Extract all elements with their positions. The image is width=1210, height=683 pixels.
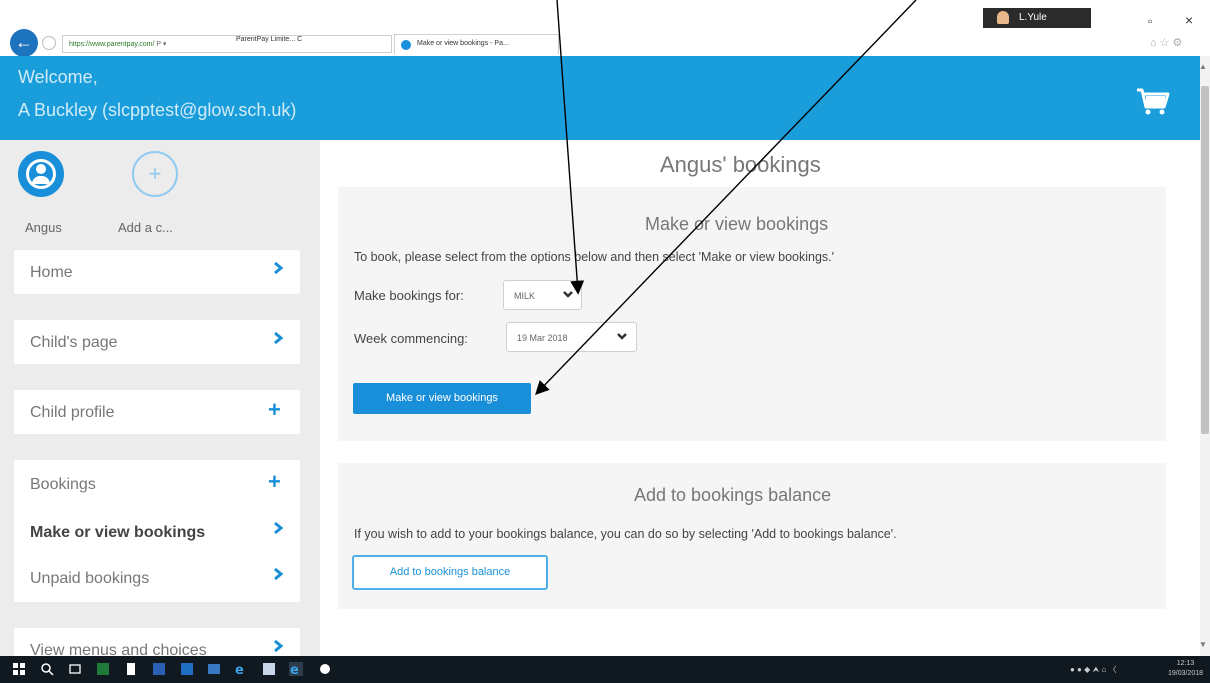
sidebar-item-home[interactable]: Home bbox=[14, 250, 300, 294]
balance-instructions: If you wish to add to your bookings bala… bbox=[354, 527, 897, 541]
word-icon[interactable] bbox=[152, 662, 166, 676]
window-close-button[interactable]: × bbox=[1185, 12, 1193, 28]
site-header: Welcome, A Buckley (slcpptest@glow.sch.u… bbox=[0, 56, 1200, 140]
sidebar-item-label: Unpaid bookings bbox=[30, 570, 150, 587]
cart-icon[interactable] bbox=[1135, 87, 1171, 117]
chevron-right-icon bbox=[274, 261, 284, 275]
svg-text:e: e bbox=[290, 663, 299, 676]
task-view-icon[interactable] bbox=[68, 662, 82, 676]
card-title: Add to bookings balance bbox=[634, 485, 832, 505]
week-commencing-label: Week commencing: bbox=[354, 331, 468, 346]
add-child-icon[interactable]: + bbox=[132, 151, 178, 197]
svg-text:e: e bbox=[235, 663, 244, 676]
sidebar: + Angus Add a c... Home Child's page Chi… bbox=[0, 140, 320, 672]
select-value: 19 Mar 2018 bbox=[517, 333, 568, 343]
windows-user-badge: L.Yule bbox=[983, 8, 1091, 28]
add-balance-card: Add to bookings balance If you wish to a… bbox=[338, 463, 1166, 609]
sidebar-item-make-or-view-bookings[interactable]: Make or view bookings bbox=[14, 510, 300, 554]
user-avatar-icon bbox=[997, 11, 1009, 24]
menu-card-home: Home bbox=[14, 250, 300, 294]
browser-chrome: ← https://www.parentpay.com/ P ▾ ParentP… bbox=[0, 0, 1210, 57]
address-bar[interactable]: https://www.parentpay.com/ P ▾ bbox=[62, 35, 392, 53]
add-child-label[interactable]: Add a c... bbox=[118, 220, 173, 235]
sidebar-item-childs-page[interactable]: Child's page bbox=[14, 320, 300, 364]
chevron-right-icon bbox=[274, 567, 284, 581]
chevron-down-icon bbox=[617, 333, 627, 340]
clock-time: 12:13 bbox=[1176, 660, 1195, 667]
avatar-head bbox=[36, 164, 46, 174]
tab-make-or-view-bookings[interactable]: Make or view bookings - Pa... bbox=[394, 34, 559, 54]
booking-instructions: To book, please select from the options … bbox=[354, 250, 835, 264]
chevron-right-icon bbox=[274, 331, 284, 345]
sidebar-item-label: Child profile bbox=[30, 404, 115, 421]
outlook-icon[interactable] bbox=[180, 662, 194, 676]
sidebar-item-label: Child's page bbox=[30, 334, 118, 351]
scrollbar-thumb[interactable] bbox=[1201, 86, 1209, 434]
plus-icon: + bbox=[268, 469, 281, 494]
internet-explorer-icon[interactable]: e bbox=[234, 662, 248, 676]
make-bookings-for-select[interactable]: MILK bbox=[503, 280, 582, 310]
address-url: https://www.parentpay.com/ bbox=[69, 41, 155, 48]
back-arrow-icon[interactable]: ← bbox=[10, 29, 38, 57]
make-view-bookings-card: Make or view bookings To book, please se… bbox=[338, 187, 1166, 441]
page: ← https://www.parentpay.com/ P ▾ ParentP… bbox=[0, 0, 1210, 683]
site-identity[interactable]: ParentPay Limite... C bbox=[236, 36, 302, 43]
menu-card-child-profile: Child profile + bbox=[14, 390, 300, 434]
misc-app-icon[interactable] bbox=[318, 662, 332, 676]
week-commencing-select[interactable]: 19 Mar 2018 bbox=[506, 322, 637, 352]
forward-icon[interactable] bbox=[42, 36, 56, 50]
windows-taskbar: e e ● ● ◆ ⮝ ⌂ 〈 12:13 19/03/2018 bbox=[0, 656, 1210, 683]
document-icon[interactable] bbox=[124, 662, 138, 676]
welcome-text: Welcome, bbox=[18, 67, 98, 87]
menu-card-childs-page: Child's page bbox=[14, 320, 300, 364]
child-name[interactable]: Angus bbox=[25, 220, 62, 235]
windows-start-icon[interactable] bbox=[12, 662, 26, 676]
scroll-up-icon[interactable]: ▲ bbox=[1199, 62, 1207, 71]
address-search-hint: P ▾ bbox=[156, 41, 167, 48]
welcome-user: A Buckley (slcpptest@glow.sch.uk) bbox=[18, 100, 297, 120]
system-tray[interactable]: ● ● ◆ ⮝ ⌂ 〈 bbox=[1070, 664, 1117, 675]
sidebar-item-bookings[interactable]: Bookings + bbox=[14, 462, 300, 506]
child-avatar-icon[interactable] bbox=[18, 151, 64, 197]
plus-icon: + bbox=[268, 397, 281, 422]
clock-date: 19/03/2018 bbox=[1168, 670, 1204, 677]
scroll-down-icon[interactable]: ▼ bbox=[1199, 640, 1207, 649]
page-title: Angus' bookings bbox=[660, 152, 821, 177]
sidebar-item-child-profile[interactable]: Child profile + bbox=[14, 390, 300, 434]
photos-icon[interactable] bbox=[207, 662, 221, 676]
select-value: MILK bbox=[514, 291, 536, 301]
app-icon[interactable] bbox=[262, 662, 276, 676]
tab-favicon-icon bbox=[401, 40, 411, 50]
card-title: Make or view bookings bbox=[645, 214, 829, 234]
search-icon[interactable] bbox=[40, 662, 54, 676]
excel-icon[interactable] bbox=[96, 662, 110, 676]
avatar-body bbox=[32, 176, 50, 184]
taskbar-clock[interactable]: 12:13 19/03/2018 bbox=[1168, 659, 1203, 679]
sidebar-item-label: Bookings bbox=[30, 476, 96, 493]
make-or-view-bookings-button[interactable]: Make or view bookings bbox=[353, 383, 531, 414]
chevron-right-icon bbox=[274, 639, 284, 653]
window-restore-button[interactable]: ▫ bbox=[1148, 14, 1152, 28]
sidebar-item-label: Make or view bookings bbox=[30, 524, 206, 541]
tab-label: Make or view bookings - Pa... bbox=[417, 40, 509, 47]
sidebar-item-label: Home bbox=[30, 264, 73, 281]
browser-toolbar-icons[interactable]: ⌂☆⚙ bbox=[1150, 36, 1185, 49]
user-name: L.Yule bbox=[1019, 12, 1047, 23]
menu-card-bookings: Bookings + Make or view bookings Unpaid … bbox=[14, 460, 300, 602]
chevron-right-icon bbox=[274, 521, 284, 535]
sidebar-item-unpaid-bookings[interactable]: Unpaid bookings bbox=[14, 556, 300, 600]
make-bookings-for-label: Make bookings for: bbox=[354, 288, 464, 303]
chevron-down-icon bbox=[563, 291, 573, 298]
internet-explorer-active-icon[interactable]: e bbox=[289, 662, 303, 676]
add-to-bookings-balance-button[interactable]: Add to bookings balance bbox=[352, 555, 548, 590]
